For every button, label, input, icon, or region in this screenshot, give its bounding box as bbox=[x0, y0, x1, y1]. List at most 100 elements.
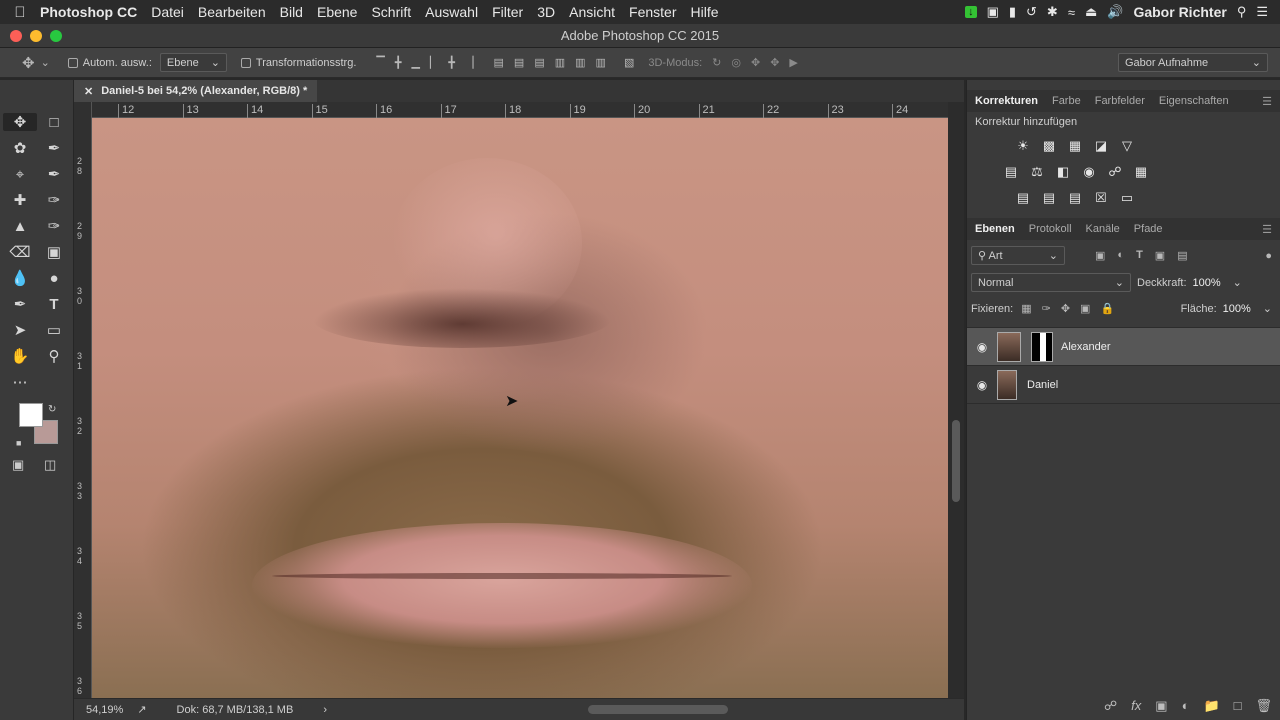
foreground-color-swatch[interactable] bbox=[19, 403, 43, 427]
lock-transparent-pixels-icon[interactable]: ▦ bbox=[1021, 302, 1031, 315]
lock-image-pixels-icon[interactable]: ✑ bbox=[1042, 302, 1051, 315]
chevron-down-icon[interactable]: ⌄ bbox=[1263, 302, 1272, 315]
document-tab[interactable]: ✕ Daniel-5 bei 54,2% (Alexander, RGB/8) … bbox=[74, 80, 318, 102]
type-tool-icon[interactable]: T bbox=[37, 295, 71, 313]
posterize-icon[interactable]: ▤ bbox=[1041, 190, 1057, 206]
zoom-window-button[interactable] bbox=[50, 30, 62, 42]
minimize-window-button[interactable] bbox=[30, 30, 42, 42]
battery-icon[interactable]: ▮ bbox=[1009, 4, 1016, 20]
tab-farbfelder[interactable]: Farbfelder bbox=[1095, 95, 1145, 107]
menu-fenster[interactable]: Fenster bbox=[629, 4, 676, 20]
rectangle-tool-icon[interactable]: ▭ bbox=[37, 321, 71, 339]
3d-scale-icon[interactable]: ▶ bbox=[789, 56, 797, 69]
zoom-level[interactable]: 54,19% bbox=[86, 704, 123, 716]
quick-selection-tool-icon[interactable]: ✒ bbox=[37, 139, 71, 157]
filter-adjustment-icon[interactable]: ◐ bbox=[1117, 249, 1124, 262]
3d-rotate-icon[interactable]: ↻ bbox=[712, 56, 721, 69]
align-top-icon[interactable]: ▔ bbox=[376, 56, 384, 69]
dodge-tool-icon[interactable]: ● bbox=[37, 269, 71, 287]
vertical-scrollbar[interactable] bbox=[948, 102, 964, 698]
default-colors-icon[interactable]: ■ bbox=[16, 434, 21, 452]
filter-pixel-icon[interactable]: ▣ bbox=[1095, 249, 1105, 262]
3d-pan-icon[interactable]: ✥ bbox=[751, 56, 760, 69]
auto-select-dropdown[interactable]: Ebene ⌄ bbox=[159, 53, 227, 72]
auto-align-icon[interactable]: ▧ bbox=[624, 56, 634, 69]
distribute-right-icon[interactable]: ▥ bbox=[596, 56, 606, 69]
blur-tool-icon[interactable]: 💧 bbox=[3, 269, 37, 287]
align-right-icon[interactable]: ▕ bbox=[465, 56, 473, 69]
new-layer-icon[interactable]: □ bbox=[1234, 698, 1242, 714]
menu-schrift[interactable]: Schrift bbox=[371, 4, 411, 20]
volume-icon[interactable]: 🔊 bbox=[1107, 4, 1123, 20]
close-window-button[interactable] bbox=[10, 30, 22, 42]
opacity-value[interactable]: 100% bbox=[1193, 277, 1221, 289]
move-tool-icon[interactable]: ✥ bbox=[3, 113, 37, 131]
filter-toggle-icon[interactable]: ● bbox=[1265, 250, 1272, 262]
display-icon[interactable]: ▣ bbox=[987, 4, 999, 20]
distribute-vertical-center-icon[interactable]: ▤ bbox=[514, 56, 524, 69]
layer-row-alexander[interactable]: ◉ Alexander bbox=[967, 328, 1280, 366]
selective-color-icon[interactable]: ☒ bbox=[1093, 190, 1109, 206]
align-horizontal-center-icon[interactable]: ╋ bbox=[448, 56, 455, 69]
hand-tool-icon[interactable]: ✋ bbox=[3, 347, 37, 365]
time-machine-icon[interactable]: ↺ bbox=[1026, 4, 1037, 20]
layer-style-icon[interactable]: fx bbox=[1131, 698, 1141, 714]
3d-slide-icon[interactable]: ✥ bbox=[770, 56, 779, 69]
menu-ebene[interactable]: Ebene bbox=[317, 4, 357, 20]
menu-ansicht[interactable]: Ansicht bbox=[569, 4, 615, 20]
distribute-left-icon[interactable]: ▥ bbox=[555, 56, 565, 69]
user-name[interactable]: Gabor Richter bbox=[1133, 4, 1226, 20]
tab-kanaele[interactable]: Kanäle bbox=[1086, 223, 1120, 235]
curves-icon[interactable]: ▦ bbox=[1067, 138, 1083, 154]
notification-list-icon[interactable]: ☰ bbox=[1256, 4, 1268, 20]
link-layers-icon[interactable]: ☍ bbox=[1104, 698, 1117, 714]
more-tools-icon[interactable]: ⋯ bbox=[3, 373, 37, 391]
tab-ebenen[interactable]: Ebenen bbox=[975, 223, 1015, 235]
workspace-dropdown[interactable]: Gabor Aufnahme ⌄ bbox=[1118, 53, 1268, 72]
eye-icon[interactable]: ◉ bbox=[967, 378, 997, 392]
tab-pfade[interactable]: Pfade bbox=[1134, 223, 1163, 235]
brightness-contrast-icon[interactable]: ☀ bbox=[1015, 138, 1031, 154]
horizontal-ruler[interactable]: 12 13 14 15 16 17 18 19 20 21 22 23 24 bbox=[92, 102, 948, 118]
new-adjustment-layer-icon[interactable]: ◐ bbox=[1182, 698, 1190, 714]
channel-mixer-icon[interactable]: ☍ bbox=[1107, 164, 1123, 180]
path-selection-tool-icon[interactable]: ➤ bbox=[3, 321, 37, 339]
bluetooth-icon[interactable]: ✱ bbox=[1047, 4, 1058, 20]
app-tray-icon[interactable]: ↓ bbox=[965, 6, 977, 18]
blend-mode-dropdown[interactable]: Normal ⌄ bbox=[971, 273, 1131, 292]
swap-colors-icon[interactable]: ↻ bbox=[48, 400, 56, 418]
align-left-icon[interactable]: ▏ bbox=[430, 56, 438, 69]
vibrance-icon[interactable]: ▽ bbox=[1119, 138, 1135, 154]
layer-name[interactable]: Alexander bbox=[1061, 341, 1111, 353]
align-bottom-icon[interactable]: ▁ bbox=[411, 56, 419, 69]
invert-icon[interactable]: ▤ bbox=[1015, 190, 1031, 206]
crop-tool-icon[interactable]: ⌖ bbox=[3, 165, 37, 183]
pen-tool-icon[interactable]: ✒ bbox=[3, 295, 37, 313]
add-mask-icon[interactable]: ▣ bbox=[1155, 698, 1167, 714]
panel-menu-icon[interactable]: ☰ bbox=[1262, 223, 1272, 236]
lock-position-icon[interactable]: ✥ bbox=[1061, 302, 1070, 315]
photo-filter-icon[interactable]: ◉ bbox=[1081, 164, 1097, 180]
exposure-icon[interactable]: ◪ bbox=[1093, 138, 1109, 154]
layer-filter-dropdown[interactable]: ⚲ Art ⌄ bbox=[971, 246, 1065, 265]
close-tab-icon[interactable]: ✕ bbox=[84, 85, 93, 98]
gradient-tool-icon[interactable]: ▣ bbox=[37, 243, 71, 261]
search-icon[interactable]: ⚲ bbox=[1237, 4, 1247, 20]
history-brush-tool-icon[interactable]: ✑ bbox=[37, 217, 71, 235]
delete-layer-icon[interactable]: 🗑 bbox=[1255, 698, 1272, 714]
color-balance-icon[interactable]: ⚖ bbox=[1029, 164, 1045, 180]
menu-filter[interactable]: Filter bbox=[492, 4, 523, 20]
screen-mode-icon[interactable]: ◫ bbox=[44, 456, 56, 474]
menu-hilfe[interactable]: Hilfe bbox=[691, 4, 719, 20]
chevron-down-icon[interactable]: ⌄ bbox=[1233, 276, 1242, 289]
lock-artboard-icon[interactable]: ▣ bbox=[1080, 302, 1090, 315]
distribute-bottom-icon[interactable]: ▤ bbox=[534, 56, 544, 69]
lock-all-icon[interactable]: 🔒 bbox=[1100, 302, 1114, 315]
chevron-right-icon[interactable]: › bbox=[323, 704, 327, 716]
levels-icon[interactable]: ▩ bbox=[1041, 138, 1057, 154]
wifi-icon[interactable]: ≈ bbox=[1068, 5, 1075, 20]
filter-smart-object-icon[interactable]: ▤ bbox=[1177, 249, 1187, 262]
tab-protokoll[interactable]: Protokoll bbox=[1029, 223, 1072, 235]
menu-datei[interactable]: Datei bbox=[151, 4, 184, 20]
menu-bearbeiten[interactable]: Bearbeiten bbox=[198, 4, 266, 20]
